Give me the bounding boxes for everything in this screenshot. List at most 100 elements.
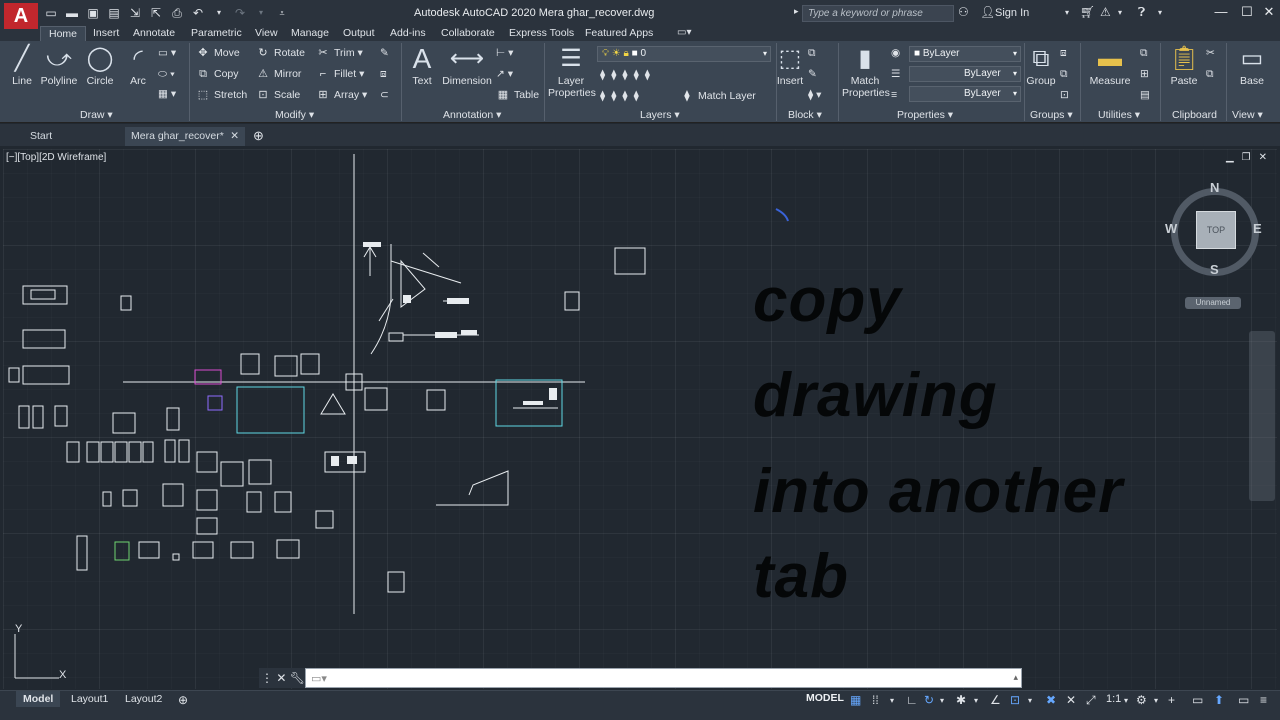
layers-panel-title[interactable]: Layers ▾ (640, 109, 680, 122)
arc-button[interactable]: ◜ Arc (124, 41, 152, 87)
layer-dropdown[interactable]: 💡︎ ☀ 🔒︎ ■ 0 ▾ (597, 46, 771, 62)
command-history-icon[interactable]: ▴ (1013, 672, 1018, 683)
navigation-bar[interactable] (1249, 331, 1275, 501)
maximize-icon[interactable]: ☐ (1236, 4, 1258, 22)
groups-panel-title[interactable]: Groups ▾ (1030, 109, 1073, 122)
grid-icon[interactable]: ▦ (850, 693, 861, 707)
redo-icon[interactable]: ↷ (233, 6, 247, 20)
osnap-dropdown-icon[interactable]: ▾ (1028, 696, 1032, 705)
model-space-button[interactable]: MODEL (806, 692, 844, 704)
snap-dropdown-icon[interactable]: ▾ (890, 696, 894, 705)
linetype-icon[interactable]: ☰ (891, 66, 900, 82)
search-expand-icon[interactable]: ▸ (794, 6, 799, 17)
rectangle-icon[interactable]: ▭ ▾ (158, 45, 176, 61)
lineweight-icon[interactable]: ≡ (891, 87, 897, 103)
object-snap-icon[interactable]: ⊡ (1010, 693, 1020, 707)
match-layer-button[interactable]: ⧫ Match Layer (680, 88, 756, 104)
group-selection-icon[interactable]: ⊡ (1060, 87, 1069, 103)
stretch-button[interactable]: ⬚ Stretch (196, 87, 247, 103)
color-wheel-icon[interactable]: ◉ (891, 45, 900, 61)
add-layout-icon[interactable]: ⊕ (178, 693, 188, 707)
open-folder-icon[interactable]: ▬ (65, 6, 79, 20)
tab-annotate[interactable]: Annotate (133, 26, 175, 41)
annotation-monitor-icon[interactable]: + (1168, 693, 1175, 707)
hatch-icon[interactable]: ⬭ ▾ (158, 66, 175, 82)
open-from-web-icon[interactable]: ⇲ (128, 6, 142, 20)
circle-button[interactable]: ◯ Circle (84, 41, 116, 87)
help-icon[interactable]: ❓︎ (1138, 5, 1145, 20)
user-icon[interactable]: 👤︎ (980, 5, 995, 19)
close-tab-icon[interactable]: ✕ (230, 127, 239, 145)
app-store-dropdown-icon[interactable]: ▾ (1118, 8, 1122, 17)
tab-express-tools[interactable]: Express Tools (509, 26, 574, 41)
clean-screen-icon[interactable]: ▭ (1238, 693, 1249, 707)
block-panel-title[interactable]: Block ▾ (788, 109, 822, 122)
tab-add-ins[interactable]: Add-ins (390, 26, 426, 41)
polar-tracking-icon[interactable]: ↻ (924, 693, 934, 707)
scale-button[interactable]: ⊡ Scale (256, 87, 300, 103)
command-input[interactable] (305, 668, 1022, 688)
tab-view[interactable]: View (255, 26, 278, 41)
tab-insert[interactable]: Insert (93, 26, 119, 41)
save-to-web-icon[interactable]: ⇱ (149, 6, 163, 20)
draw-panel-title[interactable]: Draw ▾ (80, 109, 113, 122)
cart-icon[interactable]: 🛒︎ (1080, 5, 1095, 19)
autodesk-app-store-icon[interactable]: ⚠︎ (1100, 5, 1111, 19)
tab-parametric[interactable]: Parametric (191, 26, 242, 41)
cut-icon[interactable]: ✂ (1206, 45, 1215, 61)
scale-dropdown-icon[interactable]: ▾ (1124, 696, 1128, 705)
explode-icon[interactable]: ⧈ (380, 66, 387, 82)
copy-button[interactable]: ⧉ Copy (196, 66, 238, 82)
binoculars-icon[interactable]: ⚇ (958, 5, 969, 19)
paste-button[interactable]: 📋︎ Paste (1168, 41, 1200, 87)
ucs-menu[interactable]: Unnamed (1185, 297, 1241, 309)
select-all-icon[interactable]: ⊞ (1140, 66, 1149, 82)
isolate-objects-icon[interactable]: ⬆ (1214, 693, 1224, 707)
viewcube-east[interactable]: E (1253, 221, 1262, 236)
viewcube[interactable]: TOP N S E W (1165, 180, 1263, 277)
leader-icon[interactable]: ↗ ▾ (496, 66, 513, 82)
scale-value[interactable]: 1:1 (1106, 693, 1121, 705)
tab-model[interactable]: Model (16, 691, 61, 707)
modify-panel-title[interactable]: Modify ▾ (275, 109, 314, 122)
ortho-icon[interactable]: ∟ (906, 693, 918, 707)
rotate-button[interactable]: ↻ Rotate (256, 45, 305, 61)
tab-output[interactable]: Output (343, 26, 375, 41)
undo-icon[interactable]: ↶ (191, 6, 205, 20)
erase-icon[interactable]: ✎ (380, 45, 389, 61)
dimension-button[interactable]: ⟷ Dimension (441, 41, 493, 87)
calculator-icon[interactable]: ▤ (1140, 87, 1150, 103)
annotation-visibility-icon[interactable]: ✖ (1046, 693, 1056, 707)
annotation-panel-title[interactable]: Annotation ▾ (443, 109, 501, 122)
tab-layout1[interactable]: Layout1 (64, 691, 115, 707)
group-button[interactable]: ⧉ Group (1026, 41, 1056, 87)
match-properties-button[interactable]: ▮ Match Properties (842, 41, 890, 99)
search-input[interactable]: Type a keyword or phrase (802, 5, 954, 22)
edit-block-icon[interactable]: ✎ (808, 66, 817, 82)
ungroup-icon[interactable]: ⧈ (1060, 45, 1067, 61)
plot-icon[interactable]: ⎙ (170, 6, 184, 20)
isodraft-dropdown-icon[interactable]: ▾ (974, 696, 978, 705)
insert-button[interactable]: ⬚ Insert (776, 41, 804, 87)
command-grip-icon[interactable]: ⋮ (261, 671, 273, 685)
viewcube-west[interactable]: W (1165, 221, 1177, 236)
tab-current-drawing[interactable]: Mera ghar_recover* ✕ (125, 127, 245, 146)
linetype-dropdown[interactable]: ByLayer ▾ (909, 66, 1021, 82)
annotation-scale-icon[interactable]: ⤢ (1086, 693, 1096, 708)
polyline-button[interactable]: ⤻ Polyline (40, 41, 78, 87)
line-button[interactable]: ╱ Line (8, 41, 36, 87)
linear-dim-icon[interactable]: ⊢ ▾ (496, 45, 513, 61)
block-attributes-icon[interactable]: ⧫ ▾ (808, 87, 821, 103)
command-customize-icon[interactable]: 🔧︎ (290, 671, 305, 685)
customization-icon[interactable]: ≡ (1260, 693, 1267, 707)
tab-collaborate[interactable]: Collaborate (441, 26, 495, 41)
tab-layout2[interactable]: Layout2 (118, 691, 169, 707)
copy-clip-icon[interactable]: ⧉ (1206, 66, 1214, 82)
trim-button[interactable]: ✂ Trim ▾ (316, 45, 362, 61)
table-button[interactable]: ▦ Table (496, 87, 539, 103)
ribbon-minimize-icon[interactable]: ▭▾ (677, 26, 691, 41)
text-button[interactable]: A Text (408, 41, 436, 87)
move-button[interactable]: ✥ Move (196, 45, 239, 61)
utilities-panel-title[interactable]: Utilities ▾ (1098, 109, 1140, 122)
layer-properties-button[interactable]: ☰ Layer Properties (548, 41, 596, 99)
